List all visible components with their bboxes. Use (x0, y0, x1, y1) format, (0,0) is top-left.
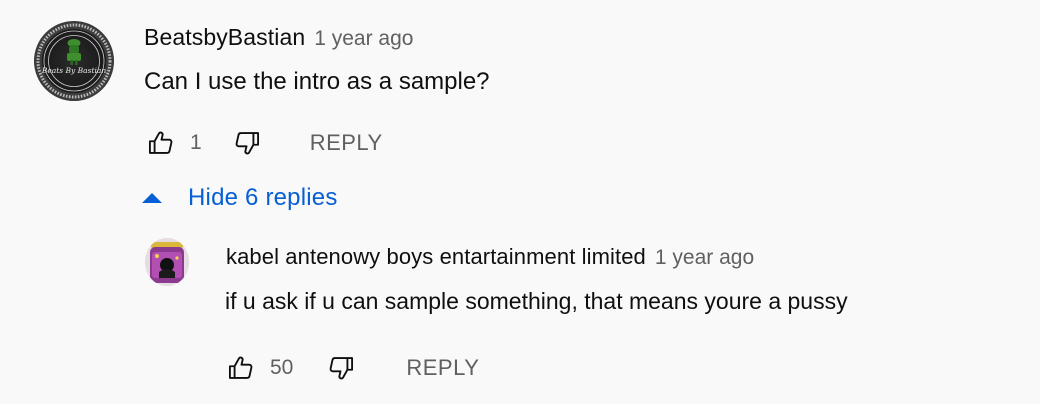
reply-header: kabel antenowy boys entartainment limite… (226, 244, 754, 274)
reply-button[interactable]: REPLY (310, 130, 383, 156)
reply-text: if u ask if u can sample something, that… (225, 288, 848, 314)
purple-jar-avatar-icon (145, 238, 189, 286)
comment-timestamp[interactable]: 1 year ago (314, 27, 413, 51)
dislike-button[interactable] (232, 128, 262, 158)
reply-timestamp[interactable]: 1 year ago (655, 246, 754, 270)
thumbs-up-icon (228, 356, 253, 379)
comment-header: BeatsbyBastian 1 year ago (144, 24, 413, 54)
hide-replies-label: Hide 6 replies (188, 184, 338, 211)
comment-actions: 1 REPLY (146, 126, 383, 160)
reply-author[interactable]: kabel antenowy boys entartainment limite… (226, 244, 646, 270)
thumbs-up-icon (148, 131, 173, 154)
comment-text: Can I use the intro as a sample? (144, 68, 490, 95)
beats-by-bastian-logo-icon: Beats By Bastian (34, 21, 114, 101)
comment-author[interactable]: BeatsbyBastian (144, 24, 305, 51)
comment-thread: Beats By Bastian BeatsbyBastian 1 year a… (0, 0, 1040, 404)
reply-actions: 50 REPLY (226, 351, 479, 385)
author-avatar[interactable]: Beats By Bastian (34, 21, 114, 101)
like-count: 1 (190, 131, 202, 154)
reply-like-count: 50 (270, 356, 294, 379)
thumbs-down-icon (235, 132, 259, 155)
caret-up-icon (141, 191, 163, 205)
hide-replies-toggle[interactable]: Hide 6 replies (141, 184, 338, 212)
reply-dislike-button[interactable] (326, 353, 356, 383)
reply-like-button[interactable] (226, 353, 256, 383)
logo-lettering: Beats By Bastian (41, 66, 107, 75)
thumbs-down-icon (329, 357, 354, 380)
like-button[interactable] (146, 128, 176, 158)
reply-reply-button[interactable]: REPLY (406, 355, 479, 381)
reply-author-avatar[interactable] (145, 238, 189, 286)
